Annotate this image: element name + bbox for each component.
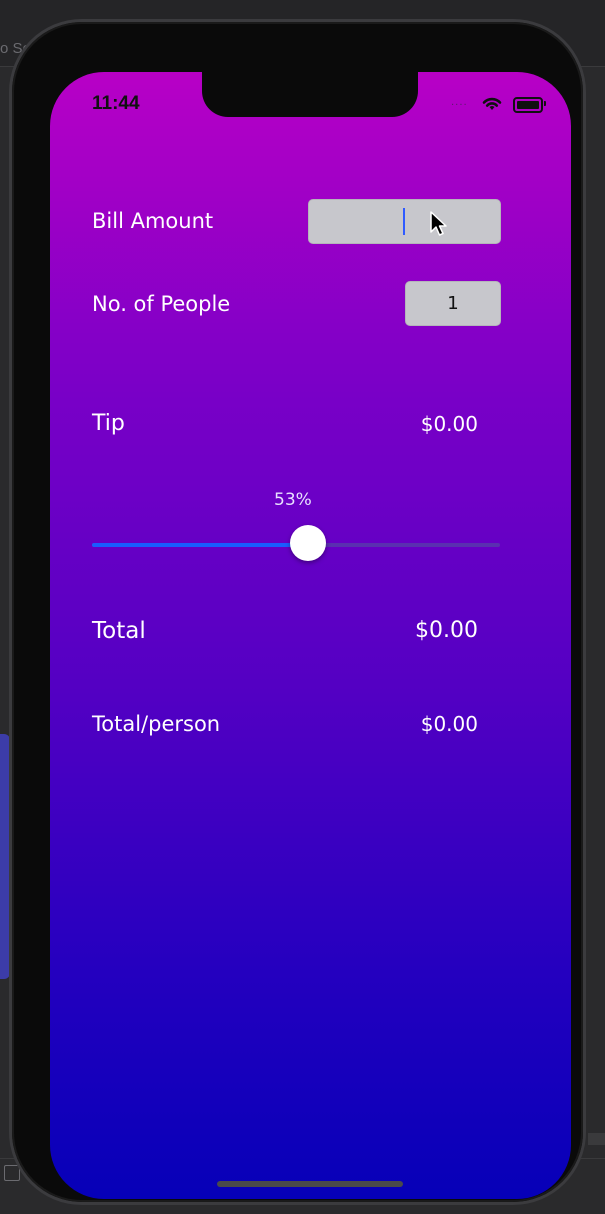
tip-value: $0.00 [420, 412, 478, 436]
tip-percent-label: 53% [274, 490, 312, 510]
total-per-person-label: Total/person [92, 712, 221, 736]
bill-amount-label: Bill Amount [92, 209, 214, 233]
app-screen: 11:44 ···· Bill Amount No. of People 1 T… [50, 72, 571, 1199]
tip-slider-fill [92, 543, 309, 547]
tip-label: Tip [92, 411, 125, 436]
status-icons: ···· [451, 94, 551, 114]
total-label: Total [92, 618, 146, 644]
battery-icon [513, 97, 543, 113]
mouse-pointer-icon [430, 211, 447, 236]
people-value: 1 [447, 293, 459, 314]
device-notch [202, 72, 418, 117]
sidebar-toggle-icon[interactable] [4, 1165, 20, 1181]
people-input[interactable]: 1 [405, 281, 501, 326]
total-value: $0.00 [415, 618, 478, 643]
home-indicator[interactable] [217, 1181, 403, 1187]
status-time: 11:44 [92, 93, 140, 114]
background-side-panel [0, 734, 10, 979]
tip-slider-thumb[interactable] [290, 525, 327, 561]
wifi-icon [482, 97, 502, 110]
people-label: No. of People [92, 292, 231, 316]
background-strip [588, 1133, 605, 1145]
iphone-simulator: 11:44 ···· Bill Amount No. of People 1 T… [12, 22, 583, 1202]
battery-cap-icon [544, 101, 546, 106]
bill-amount-input[interactable] [308, 199, 501, 244]
total-per-person-value: $0.00 [420, 712, 478, 736]
cellular-signal-icon: ···· [451, 100, 468, 111]
text-caret [403, 208, 405, 235]
